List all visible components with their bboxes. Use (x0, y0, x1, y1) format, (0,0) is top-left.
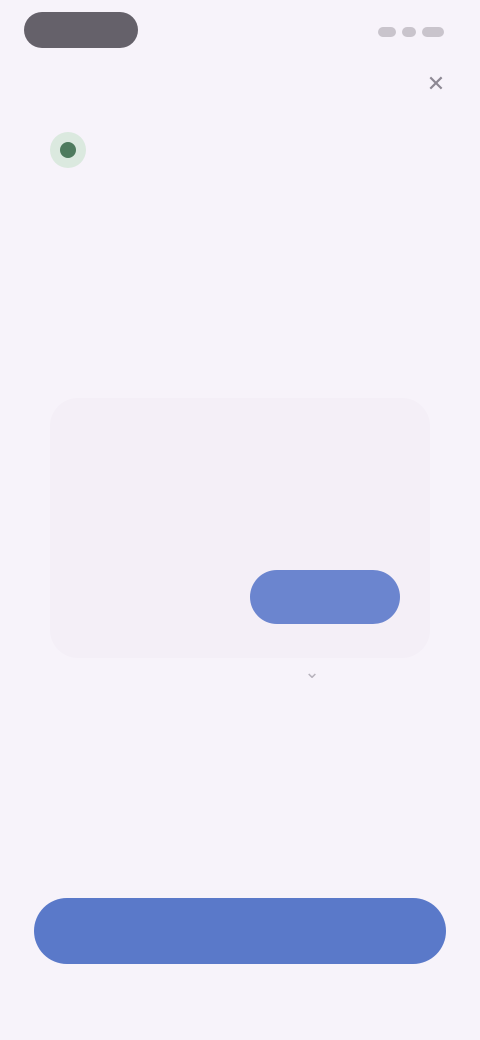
dialog-confirm-button[interactable] (250, 570, 400, 624)
header: ✕ (0, 60, 480, 108)
signal-icon (378, 27, 396, 37)
dialog-cancel-button[interactable] (80, 574, 230, 622)
primary-button[interactable] (34, 898, 446, 964)
close-icon[interactable]: ✕ (420, 68, 452, 100)
wifi-icon (402, 27, 416, 37)
status-pill (24, 12, 138, 48)
screen: ✕ ⌄ (0, 0, 480, 1040)
check-circle-icon (50, 132, 86, 168)
dialog (50, 398, 430, 658)
status-icons (378, 24, 444, 40)
status-bar (0, 0, 480, 60)
chevron-down-icon: ⌄ (304, 662, 320, 682)
battery-icon (422, 27, 444, 37)
